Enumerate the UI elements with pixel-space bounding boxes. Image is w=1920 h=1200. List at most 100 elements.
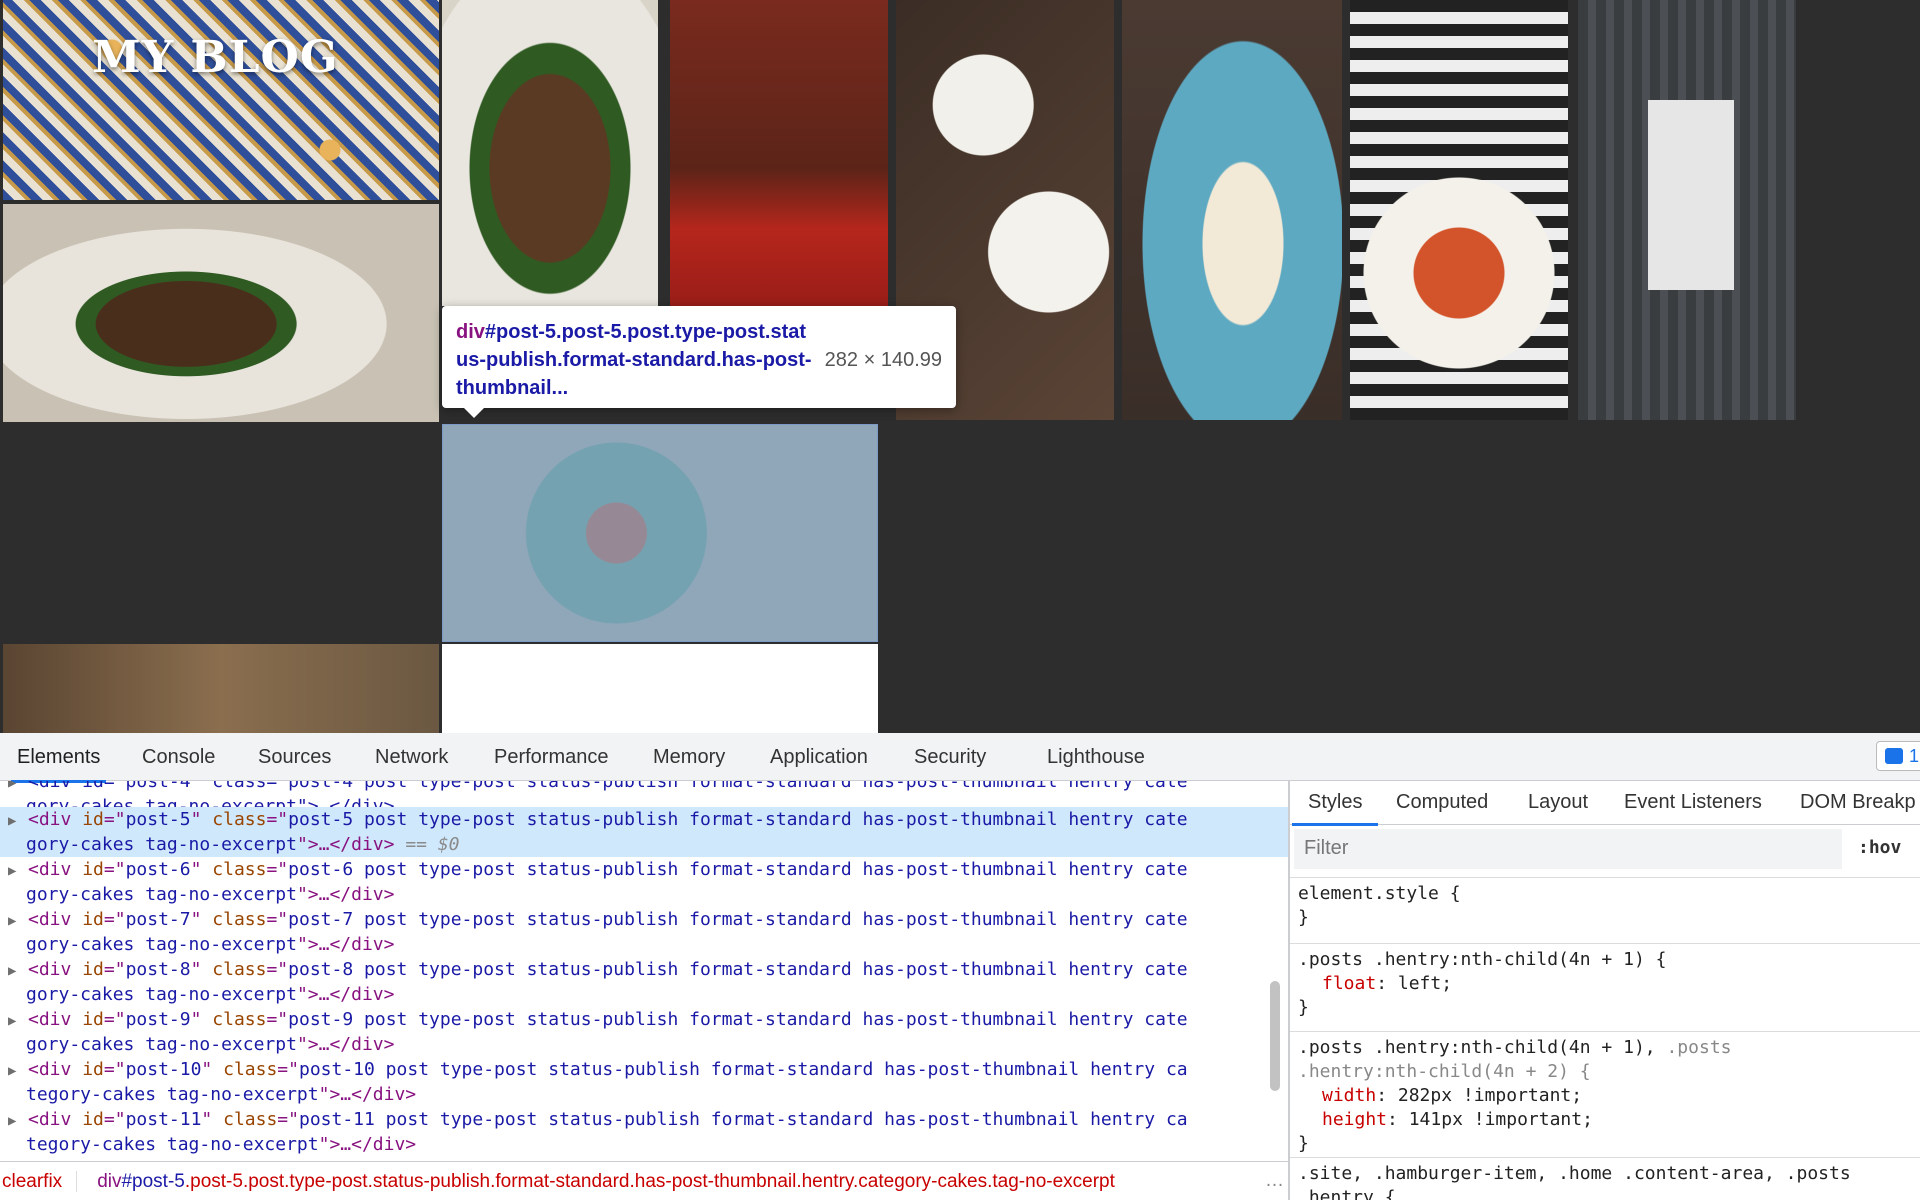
expand-triangle-icon[interactable]: ▶ (8, 1009, 16, 1034)
tab-computed[interactable]: Computed (1396, 791, 1488, 814)
breadcrumb-item-tag[interactable]: div (97, 1171, 121, 1192)
attr-class-value-cont: gory-cakes tag-no-excerpt (26, 934, 297, 955)
styles-filter-input[interactable]: Filter (1294, 829, 1842, 869)
breadcrumb-item-id[interactable]: #post-5 (121, 1171, 184, 1192)
post-thumbnail-steak[interactable] (442, 0, 658, 306)
tab-styles[interactable]: Styles (1291, 791, 1380, 826)
attr-id-value: post-8 (125, 959, 191, 980)
breadcrumb-more-icon[interactable]: … (1265, 1170, 1284, 1192)
expand-triangle-icon[interactable]: ▶ (8, 959, 16, 984)
post-thumbnail-steak-large[interactable] (3, 204, 439, 422)
attr-class-value-cont: gory-cakes tag-no-excerpt (26, 984, 297, 1005)
tab-event-listeners[interactable]: Event Listeners (1624, 791, 1762, 814)
post-thumbnail-sushi[interactable] (1578, 0, 1796, 420)
post-thumbnail-pasta[interactable] (1350, 0, 1568, 420)
tab-network[interactable]: Network (375, 746, 448, 769)
tab-elements[interactable]: Elements (10, 746, 107, 783)
breadcrumb-item-clearfix[interactable]: clearfix (0, 1171, 78, 1192)
tooltip-selector: div#post-5.post-5.post.type-post.status-… (456, 321, 812, 399)
dom-node-post-4[interactable]: ▶ <div id="post-4" class="post-4 post ty… (0, 781, 1288, 817)
dom-node-post-11[interactable]: ▶ <div id="post-11" class="post-11 post … (0, 1107, 1288, 1157)
tab-memory[interactable]: Memory (653, 746, 725, 769)
dom-node-post-10[interactable]: ▶ <div id="post-10" class="post-10 post … (0, 1057, 1288, 1107)
attr-class-value-cont: gory-cakes tag-no-excerpt (26, 1034, 297, 1055)
attr-class-value-cont: tegory-cakes tag-no-excerpt (26, 1084, 319, 1105)
attr-class-value: post-6 post type-post status-publish for… (288, 859, 1188, 880)
attr-class-value-cont: gory-cakes tag-no-excerpt (26, 884, 297, 905)
dom-tree-scrollbar[interactable] (1270, 981, 1280, 1091)
breadcrumb-item-classes[interactable]: .post-5.post.type-post.status-publish.fo… (185, 1171, 1115, 1192)
attr-id-value: post-11 (125, 1109, 202, 1130)
rule-property[interactable]: width (1298, 1085, 1376, 1106)
dom-node-post-5[interactable]: ▶ <div id="post-5" class="post-5 post ty… (0, 807, 1288, 857)
rule-selector: element.style { (1298, 883, 1461, 904)
tab-application[interactable]: Application (770, 746, 868, 769)
rule-value[interactable]: 141px !important; (1409, 1109, 1593, 1130)
post-thumbnail-tiles-pattern[interactable] (3, 0, 439, 200)
dom-node-line: <div id="post-4" class="post-4 post type… (28, 781, 1188, 792)
issues-count: 1 (1909, 746, 1920, 766)
post-thumbnail-blank[interactable] (442, 644, 878, 733)
tab-console[interactable]: Console (142, 746, 215, 769)
rule-property[interactable]: height (1298, 1109, 1387, 1130)
post-thumbnail-breakfast[interactable] (1122, 0, 1342, 420)
rule-close: } (1298, 907, 1309, 928)
rule-close: } (1298, 1133, 1309, 1154)
rule-property[interactable]: float (1298, 973, 1376, 994)
rule-value[interactable]: left; (1398, 973, 1452, 994)
css-rule-float: .posts .hentry:nth-child(4n + 1) { float… (1290, 943, 1920, 1024)
element-inspect-tooltip: div#post-5.post-5.post.type-post.status-… (442, 306, 956, 418)
attr-class-value: post-7 post type-post status-publish for… (288, 909, 1188, 930)
expand-triangle-icon[interactable]: ▶ (8, 909, 16, 934)
rule-selector-dim: .posts (1666, 1037, 1732, 1058)
expand-triangle-icon[interactable]: ▶ (8, 1059, 16, 1084)
attr-class-value: post-5 post type-post status-publish for… (288, 809, 1188, 830)
attr-class-value: post-8 post type-post status-publish for… (288, 959, 1188, 980)
attr-id-value: post-10 (125, 1059, 202, 1080)
tab-layout[interactable]: Layout (1528, 791, 1588, 814)
tab-lighthouse[interactable]: Lighthouse (1047, 746, 1145, 769)
css-rule-site: .site, .hamburger-item, .home .content-a… (1290, 1157, 1920, 1200)
tooltip-dimensions: 282 × 140.99 (824, 349, 942, 371)
css-rule-element-style: element.style { } (1290, 877, 1920, 934)
tab-security[interactable]: Security (914, 746, 986, 769)
attr-class-value: post-9 post type-post status-publish for… (288, 1009, 1188, 1030)
rule-selector: .posts .hentry:nth-child(4n + 1), (1298, 1037, 1656, 1058)
rule-selector: .posts .hentry:nth-child(4n + 1) { (1298, 949, 1667, 970)
dom-tree: ▶ <div id="post-4" class="post-4 post ty… (0, 781, 1288, 1161)
rule-selector-cont: .hentry:nth-child(4n + 2) { (1298, 1061, 1591, 1082)
attr-id-value: post-9 (125, 1009, 191, 1030)
dom-node-post-6[interactable]: ▶ <div id="post-6" class="post-6 post ty… (0, 857, 1288, 907)
tab-sources[interactable]: Sources (258, 746, 331, 769)
tab-dom-breakpoints[interactable]: DOM Breakp (1800, 791, 1916, 814)
tab-performance[interactable]: Performance (494, 746, 609, 769)
issues-badge[interactable]: 1 (1876, 741, 1920, 771)
styles-pane: Styles Computed Layout Event Listeners D… (1290, 781, 1920, 1200)
styles-tab-bar: Styles Computed Layout Event Listeners D… (1290, 781, 1920, 826)
post-thumbnail-fruit[interactable] (670, 0, 888, 306)
dom-node-post-9[interactable]: ▶ <div id="post-9" class="post-9 post ty… (0, 1007, 1288, 1057)
expand-triangle-icon[interactable]: ▶ (8, 809, 16, 834)
expand-triangle-icon[interactable]: ▶ (8, 859, 16, 884)
rule-selector: .site, .hamburger-item, .home .content-a… (1298, 1163, 1851, 1184)
breadcrumb: clearfix div#post-5.post-5.post.type-post… (0, 1161, 1288, 1200)
selected-marker: == $0 (405, 834, 460, 855)
attr-class-value: post-11 post type-post status-publish fo… (298, 1109, 1188, 1130)
dom-node-post-8[interactable]: ▶ <div id="post-8" class="post-8 post ty… (0, 957, 1288, 1007)
issues-icon (1885, 748, 1903, 764)
blog-viewport: MY BLOG div#post-5.post-5.post.type-post… (0, 0, 1920, 733)
attr-id-value: post-7 (125, 909, 191, 930)
dom-node-post-7[interactable]: ▶ <div id="post-7" class="post-7 post ty… (0, 907, 1288, 957)
blog-title[interactable]: MY BLOG (92, 32, 338, 83)
expand-triangle-icon[interactable]: ▶ (8, 1109, 16, 1134)
attr-id-value: post-6 (125, 859, 191, 880)
attr-class-value: post-10 post type-post status-publish fo… (298, 1059, 1188, 1080)
expand-triangle-icon[interactable]: ▶ (8, 781, 16, 796)
rule-close: } (1298, 997, 1309, 1018)
attr-class-value-cont: tegory-cakes tag-no-excerpt (26, 1134, 319, 1155)
attr-id-value: post-5 (125, 809, 191, 830)
attr-class-value-cont: gory-cakes tag-no-excerpt (26, 834, 297, 855)
rule-value[interactable]: 282px !important; (1398, 1085, 1582, 1106)
hov-toggle[interactable]: :hov (1858, 837, 1901, 858)
post-thumbnail-herbs[interactable] (3, 644, 439, 733)
